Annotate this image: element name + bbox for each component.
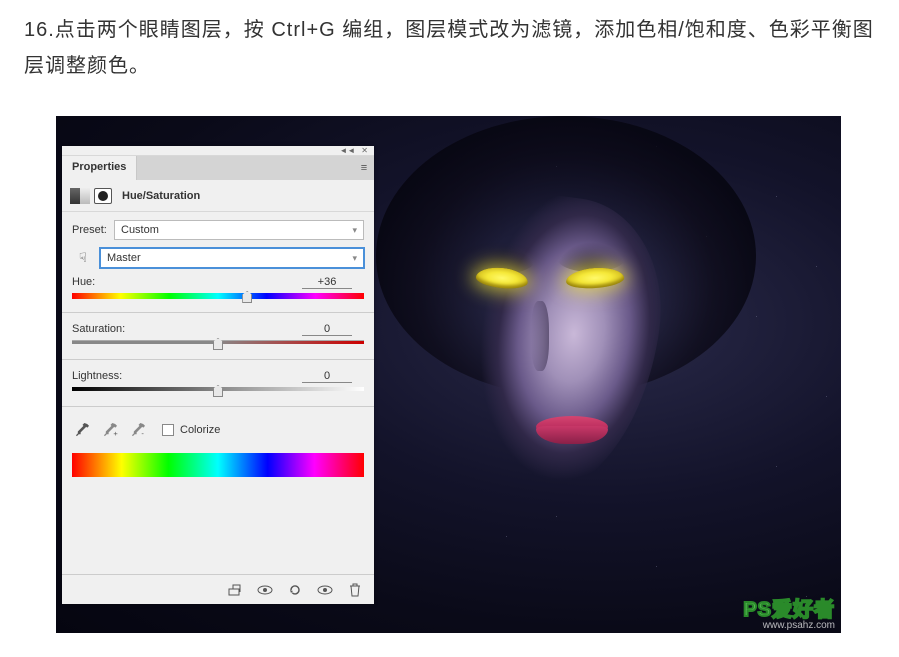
svg-text:-: - bbox=[141, 429, 144, 438]
lightness-value[interactable]: 0 bbox=[302, 370, 352, 383]
colorize-label: Colorize bbox=[180, 424, 220, 436]
layer-mask-icon[interactable] bbox=[94, 188, 112, 204]
clip-to-layer-icon[interactable] bbox=[226, 581, 244, 599]
view-previous-icon[interactable] bbox=[256, 581, 274, 599]
chevron-down-icon: ▾ bbox=[352, 225, 357, 236]
targeted-adjustment-icon[interactable]: ☟ bbox=[72, 248, 94, 268]
close-icon[interactable]: ✕ bbox=[361, 146, 368, 155]
collapse-icon[interactable]: ◄◄ bbox=[339, 146, 355, 155]
saturation-slider[interactable] bbox=[72, 340, 364, 349]
adjustment-title: Hue/Saturation bbox=[122, 190, 200, 202]
hue-value[interactable]: +36 bbox=[302, 276, 352, 289]
trash-icon[interactable] bbox=[346, 581, 364, 599]
properties-panel: ◄◄ ✕ Properties ≡ Hue/Saturation Preset:… bbox=[62, 146, 374, 604]
reset-icon[interactable] bbox=[286, 581, 304, 599]
svg-text:+: + bbox=[113, 429, 118, 438]
lightness-label: Lightness: bbox=[72, 370, 122, 383]
eyedropper-add-icon[interactable]: + bbox=[100, 421, 120, 439]
preset-value: Custom bbox=[121, 224, 159, 236]
hue-slider[interactable] bbox=[72, 293, 364, 302]
instruction-text: 16.点击两个眼睛图层，按 Ctrl+G 编组，图层模式改为滤镜，添加色相/饱和… bbox=[0, 0, 899, 88]
adjustment-layer-icon[interactable] bbox=[70, 188, 90, 204]
preset-select[interactable]: Custom ▾ bbox=[114, 220, 364, 240]
watermark-ps: PS bbox=[743, 599, 772, 621]
lips bbox=[536, 416, 608, 444]
visibility-icon[interactable] bbox=[316, 581, 334, 599]
eyedropper-subtract-icon[interactable]: - bbox=[128, 421, 148, 439]
channel-select[interactable]: Master ▾ bbox=[100, 248, 364, 268]
artwork-face bbox=[436, 156, 696, 556]
hue-label: Hue: bbox=[72, 276, 95, 289]
panel-menu-icon[interactable]: ≡ bbox=[354, 156, 374, 180]
saturation-label: Saturation: bbox=[72, 323, 125, 336]
color-range-bars[interactable] bbox=[72, 453, 364, 477]
watermark-url: www.psahz.com bbox=[743, 620, 835, 631]
preset-label: Preset: bbox=[72, 224, 114, 236]
eyedropper-icon[interactable] bbox=[72, 421, 92, 439]
chevron-down-icon: ▾ bbox=[352, 253, 357, 264]
photoshop-canvas: ◄◄ ✕ Properties ≡ Hue/Saturation Preset:… bbox=[56, 116, 841, 633]
channel-value: Master bbox=[107, 252, 141, 264]
tab-properties[interactable]: Properties bbox=[62, 156, 137, 180]
watermark: PS爱好者 www.psahz.com bbox=[743, 593, 835, 631]
colorize-checkbox[interactable] bbox=[162, 424, 174, 436]
saturation-value[interactable]: 0 bbox=[302, 323, 352, 336]
watermark-rest: 爱好者 bbox=[772, 599, 835, 621]
lightness-slider[interactable] bbox=[72, 387, 364, 396]
